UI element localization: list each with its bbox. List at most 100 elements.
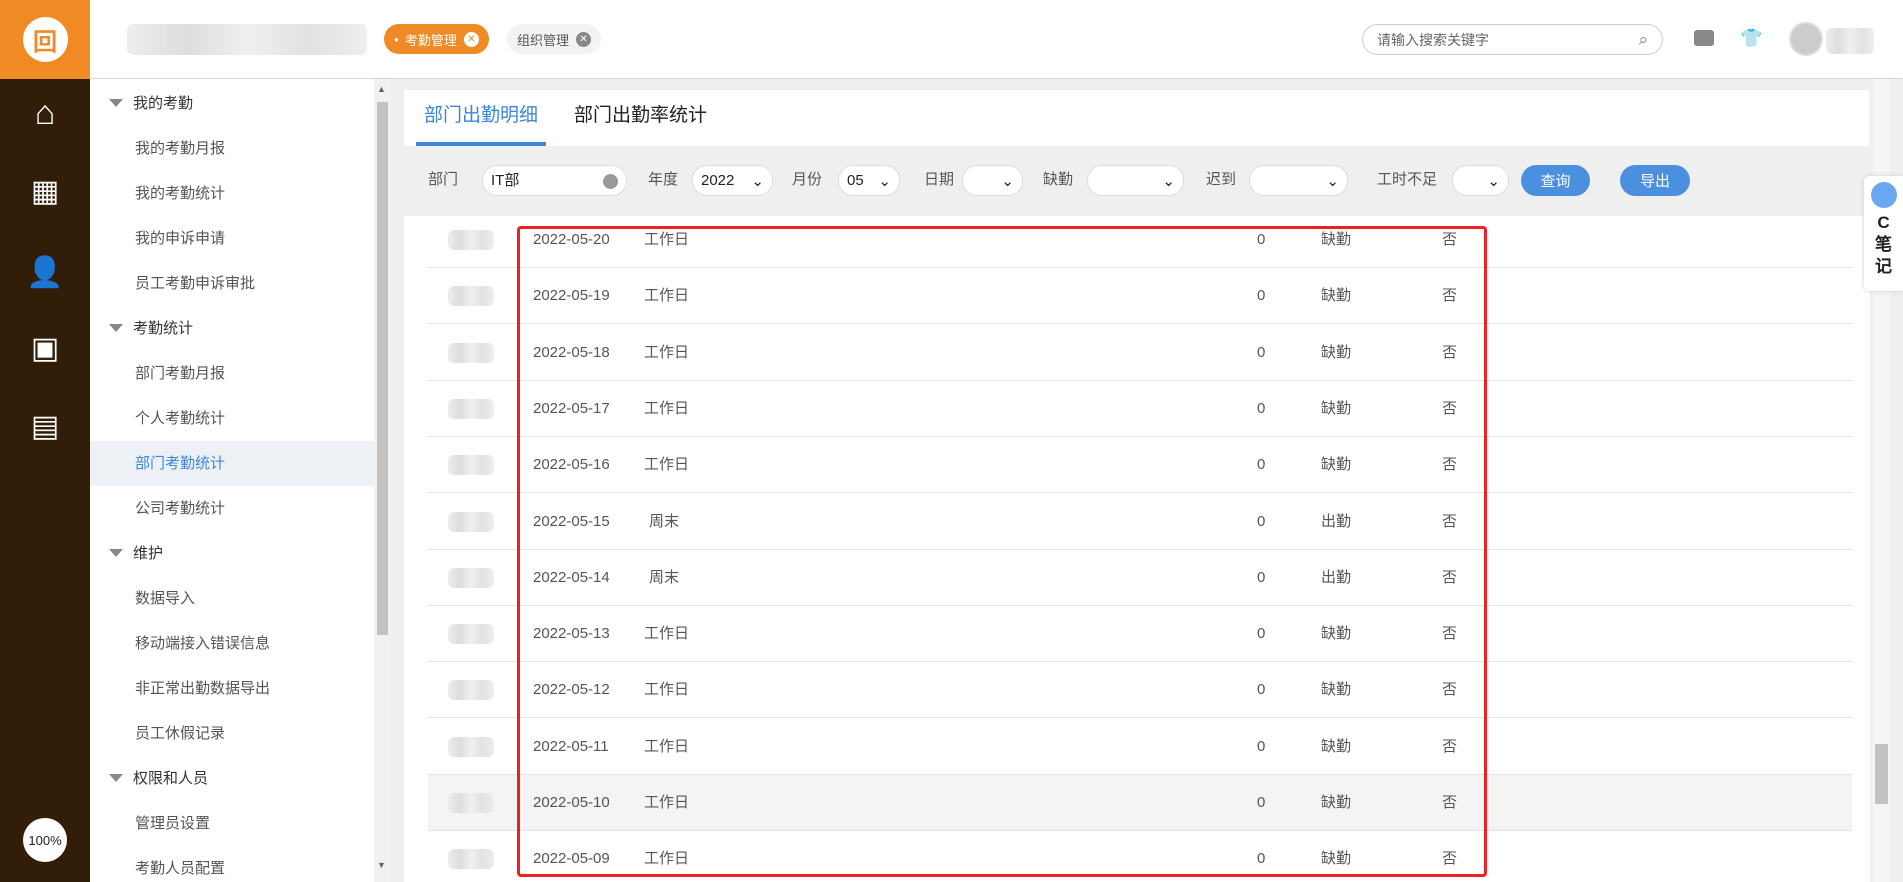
logo-icon: 回 — [22, 17, 68, 62]
attendance-table: 2022-05-20 工作日 0 缺勤否 2022-05-19 工作日 0 缺勤否 2022-0… — [404, 216, 1870, 882]
day-type-cell: 工作日 — [644, 287, 690, 305]
day-type-cell: 工作日 — [644, 850, 690, 868]
scroll-up-icon[interactable]: ▲ — [377, 84, 386, 94]
menu-group[interactable]: 考勤统计 — [90, 306, 374, 351]
export-button[interactable]: 导出 — [1620, 165, 1690, 196]
home-icon[interactable]: ⌂ — [0, 88, 90, 138]
date-select[interactable]: ⌄ — [962, 165, 1023, 196]
presentation-icon[interactable]: ▤ — [0, 401, 90, 451]
table-row[interactable]: 2022-05-12 工作日 0 缺勤 否 — [428, 662, 1852, 719]
status-cell: 出勤 — [1321, 568, 1352, 586]
note-widget[interactable]: C 笔 记 — [1864, 176, 1903, 291]
table-row[interactable]: 2022-05-17 工作日 0 缺勤 否 — [428, 381, 1852, 437]
absence-label: 缺勤 — [1043, 171, 1074, 188]
year-value: 2022 — [701, 172, 735, 189]
status-cell: 出勤 — [1321, 512, 1352, 530]
calendar-icon[interactable]: ▦ — [0, 166, 90, 216]
table-row[interactable]: 2022-05-15 周末 0 出勤 否 — [428, 494, 1852, 550]
flag-cell: 否 — [1442, 850, 1458, 868]
blurred-title — [127, 24, 367, 55]
menu-item[interactable]: 员工休假记录 — [90, 711, 374, 756]
table-row[interactable]: 2022-05-11 工作日 0 缺勤 否 — [428, 719, 1852, 775]
avatar[interactable] — [1789, 22, 1823, 56]
side-menu: 我的考勤 我的考勤月报 我的考勤统计 我的申诉申请 员工考勤申诉审批 考勤统计 部门考勤月报… — [90, 79, 391, 882]
table-row[interactable]: 2022-05-13 工作日 0 缺勤 否 — [428, 606, 1852, 663]
day-type-cell: 工作日 — [644, 681, 690, 699]
close-icon[interactable]: ✕ — [576, 31, 592, 47]
flag-cell: 否 — [1442, 794, 1458, 811]
short-hours-select[interactable]: ⌄ — [1452, 165, 1509, 196]
menu-item[interactable]: 部门考勤统计 — [90, 441, 374, 486]
menu-group[interactable]: 我的考勤 — [90, 81, 374, 126]
status-cell: 缺勤 — [1321, 850, 1352, 868]
menu-item[interactable]: 我的考勤统计 — [90, 171, 374, 216]
user-picker-icon[interactable] — [603, 174, 618, 189]
short-hours-label: 工时不足 — [1377, 171, 1438, 188]
table-row[interactable]: 2022-05-09 工作日 0 缺勤 否 — [428, 831, 1852, 882]
flag-cell: 否 — [1442, 681, 1458, 699]
user-settings-icon[interactable]: 👤 — [0, 247, 90, 297]
year-select[interactable]: 2022 ⌄ — [692, 165, 773, 196]
status-cell: 缺勤 — [1321, 399, 1352, 417]
table-row[interactable]: 2022-05-14 周末 0 出勤 否 — [428, 550, 1852, 606]
menu-item[interactable]: 移动端接入错误信息 — [90, 621, 374, 666]
menu-item[interactable]: 个人考勤统计 — [90, 396, 374, 441]
menu-item[interactable]: 我的申诉申请 — [90, 216, 374, 261]
search-input[interactable]: 请输入搜索关键字 ⌕ — [1362, 24, 1663, 55]
content-scrollbar-thumb[interactable] — [1875, 744, 1888, 804]
value-cell: 0 — [1257, 287, 1266, 305]
close-icon[interactable]: ✕ — [463, 31, 479, 47]
month-select[interactable]: 05 ⌄ — [838, 165, 900, 196]
menu-item[interactable]: 数据导入 — [90, 576, 374, 621]
blurred-name — [448, 849, 494, 870]
dept-label: 部门 — [428, 171, 459, 188]
skin-shirt-icon[interactable]: 👕 — [1740, 28, 1762, 49]
flag-cell: 否 — [1442, 737, 1458, 755]
table-row[interactable]: 2022-05-19 工作日 0 缺勤 否 — [428, 268, 1852, 325]
blurred-name — [448, 567, 494, 588]
search-icon[interactable]: ⌕ — [1638, 30, 1648, 50]
late-select[interactable]: ⌄ — [1249, 165, 1348, 196]
menu-group[interactable]: 维护 — [90, 531, 374, 576]
table-row[interactable]: 2022-05-10 工作日 0 缺勤 否 — [428, 775, 1852, 831]
tab-dept-attendance-rate[interactable]: 部门出勤率统计 — [574, 90, 707, 146]
app-logo[interactable]: 回 — [0, 0, 90, 79]
note-label: C — [1877, 213, 1890, 232]
blurred-name — [448, 398, 494, 419]
flag-cell: 否 — [1442, 568, 1458, 586]
value-cell: 0 — [1257, 625, 1266, 643]
menu-item[interactable]: 管理员设置 — [90, 801, 374, 846]
table-row[interactable]: 2022-05-18 工作日 0 缺勤 否 — [428, 325, 1852, 381]
menu-group[interactable]: 权限和人员 — [90, 756, 374, 801]
tab-attendance-management[interactable]: ● 考勤管理 ✕ — [384, 24, 489, 54]
dept-input[interactable]: IT部 — [482, 165, 627, 196]
table-row[interactable]: 2022-05-16 工作日 0 缺勤 否 — [428, 437, 1852, 494]
table-row[interactable]: 2022-05-20 工作日 0 缺勤 否 — [428, 216, 1852, 268]
value-cell: 0 — [1257, 681, 1266, 699]
tab-dept-attendance-detail[interactable]: 部门出勤明细 — [416, 90, 547, 146]
query-button[interactable]: 查询 — [1521, 165, 1590, 196]
menu-item[interactable]: 公司考勤统计 — [90, 486, 374, 531]
date-cell: 2022-05-19 — [533, 287, 610, 305]
menu-item[interactable]: 员工考勤申诉审批 — [90, 261, 374, 306]
tab-org-management[interactable]: 组织管理 ✕ — [507, 24, 602, 54]
menu-item[interactable]: 部门考勤月报 — [90, 351, 374, 396]
flag-cell: 否 — [1442, 343, 1458, 361]
note-label: 记 — [1875, 257, 1892, 276]
absence-select[interactable]: ⌄ — [1087, 165, 1184, 196]
status-cell: 缺勤 — [1321, 456, 1352, 474]
monitor-user-icon[interactable]: ▣ — [0, 323, 90, 373]
value-cell: 0 — [1257, 568, 1266, 586]
menu-item[interactable]: 非正常出勤数据导出 — [90, 666, 374, 711]
menu-scrollbar-thumb[interactable] — [377, 102, 388, 635]
date-label: 日期 — [924, 171, 955, 188]
blurred-username — [1826, 28, 1874, 54]
scroll-down-icon[interactable]: ▼ — [377, 860, 386, 870]
blurred-name — [448, 342, 494, 363]
menu-item[interactable]: 我的考勤月报 — [90, 126, 374, 171]
message-icon[interactable] — [1694, 30, 1714, 46]
day-type-cell: 工作日 — [644, 399, 690, 417]
menu-item[interactable]: 考勤人员配置 — [90, 846, 374, 882]
date-cell: 2022-05-20 — [533, 231, 610, 248]
zoom-level[interactable]: 100% — [23, 818, 67, 862]
